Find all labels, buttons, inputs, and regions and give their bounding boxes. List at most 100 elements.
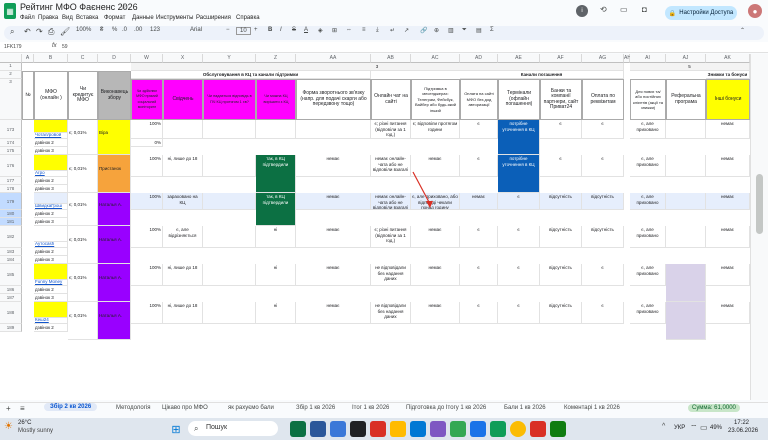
tab-prep-itog[interactable]: Підготовка до Ітогу 1 кв 2026 xyxy=(406,405,486,411)
italic-icon[interactable]: I xyxy=(280,27,282,33)
taskbar-app-icon[interactable] xyxy=(550,421,566,437)
functions-icon[interactable]: Σ xyxy=(490,27,494,33)
font-select[interactable]: Arial xyxy=(190,27,202,33)
taskbar-app-icon[interactable] xyxy=(530,421,546,437)
menu-file[interactable]: Файл xyxy=(20,15,35,21)
language-indicator[interactable]: УКР xyxy=(674,425,685,431)
search-icon: ⌕ xyxy=(194,424,199,433)
taskbar-app-icon[interactable] xyxy=(430,421,446,437)
battery-percent: 49% xyxy=(710,425,723,431)
number-format-icon[interactable]: 123 xyxy=(150,27,160,33)
taskbar-app-icon[interactable] xyxy=(310,421,326,437)
redo-icon[interactable]: ↷ xyxy=(36,27,43,36)
menu-insert[interactable]: Вставка xyxy=(76,15,98,21)
share-button[interactable]: 🔒 Настройки Доступа xyxy=(665,6,737,20)
taskbar-app-icon[interactable] xyxy=(410,421,426,437)
menu-edit[interactable]: Правка xyxy=(38,15,58,21)
paint-format-icon[interactable]: 🖌 xyxy=(60,27,70,36)
name-box[interactable]: 1FK179 xyxy=(4,44,22,50)
decimal-increase-icon[interactable]: .00 xyxy=(134,27,142,33)
tab-methodology[interactable]: Методологія xyxy=(116,405,150,411)
formula-bar xyxy=(0,42,768,53)
tray-chevron-icon[interactable]: ^ xyxy=(662,423,665,430)
menu-view[interactable]: Вид xyxy=(62,15,73,21)
print-icon[interactable]: ⎙ xyxy=(48,27,54,37)
tab-bali-calc[interactable]: як рахуємо бали xyxy=(228,405,274,411)
vertical-scrollbar[interactable] xyxy=(750,54,768,400)
chrome-icon[interactable] xyxy=(510,421,526,437)
tab-itog-1kv[interactable]: Ітог 1 кв 2026 xyxy=(352,405,389,411)
taskbar-app-icon[interactable] xyxy=(450,421,466,437)
wrap-icon[interactable]: ↵ xyxy=(390,27,395,34)
star-icon[interactable]: ☆ xyxy=(120,2,127,11)
decimal-decrease-icon[interactable]: .0 xyxy=(122,27,127,33)
collapse-toolbar-icon[interactable]: ⌃ xyxy=(740,27,745,34)
font-size-increase[interactable]: + xyxy=(254,27,258,33)
clock-time[interactable]: 17:22 xyxy=(734,420,749,426)
merge-icon[interactable]: ⇔ xyxy=(346,27,352,33)
menu-tools[interactable]: Инструменты xyxy=(156,15,193,21)
chart-icon[interactable]: ▥ xyxy=(448,27,454,34)
taskbar-app-icon[interactable] xyxy=(290,421,306,437)
link-icon[interactable]: 🔗 xyxy=(420,27,427,34)
add-sheet-icon[interactable]: + xyxy=(6,404,11,413)
fx-icon: fx xyxy=(52,43,57,49)
battery-icon[interactable]: ▭ xyxy=(700,423,708,432)
history-icon[interactable]: ⟲ xyxy=(600,5,607,14)
rotate-icon[interactable]: ↗ xyxy=(404,27,409,34)
profile-avatar-icon[interactable]: ● xyxy=(748,4,762,18)
menu-help[interactable]: Справка xyxy=(236,15,260,21)
percent-icon[interactable]: % xyxy=(112,27,117,33)
tab-zbir-1kv[interactable]: Збір 1 кв 2026 xyxy=(296,405,335,411)
taskbar-search[interactable]: ⌕ Пошук xyxy=(188,421,278,436)
weather-desc[interactable]: Mostly sunny xyxy=(18,428,53,434)
taskbar-app-icon[interactable] xyxy=(390,421,406,437)
taskbar-app-icon[interactable] xyxy=(370,421,386,437)
toolbar xyxy=(4,26,764,40)
zoom-select[interactable]: 100% xyxy=(76,27,91,33)
lock-icon: 🔒 xyxy=(668,10,677,17)
tab-bali-1kv[interactable]: Бали 1 кв 2026 xyxy=(504,405,546,411)
taskbar-app-icon[interactable] xyxy=(330,421,346,437)
search-menus-icon[interactable]: ⌕ xyxy=(10,27,14,37)
weather-temp[interactable]: 26°C xyxy=(18,420,31,426)
user-avatar-icon[interactable]: i xyxy=(576,5,588,17)
borders-icon[interactable]: ⊞ xyxy=(332,27,337,34)
tab-zbir-2kv[interactable]: Збір 2 кв 2026 xyxy=(44,403,98,411)
menu-extensions[interactable]: Расширения xyxy=(196,15,231,21)
text-color-icon[interactable]: A xyxy=(304,27,308,33)
menu-data[interactable]: Данные xyxy=(132,15,154,21)
font-size-input[interactable]: 10 xyxy=(236,27,251,35)
font-size-decrease[interactable]: − xyxy=(226,27,230,33)
valign-icon[interactable]: ⤓ xyxy=(376,27,379,34)
scroll-thumb[interactable] xyxy=(756,174,763,234)
spreadsheet-grid[interactable]: A B C D W X Y Z AA AB AC AD AE AF AG AH … xyxy=(0,54,750,400)
clock-date[interactable]: 23.06.2026 xyxy=(728,428,758,434)
annotation-arrow xyxy=(412,171,433,208)
all-sheets-icon[interactable]: ≡ xyxy=(20,404,25,413)
sheets-logo-icon[interactable]: ▦ xyxy=(4,3,16,19)
align-icon[interactable]: ≡ xyxy=(362,27,366,33)
add-comment-icon[interactable]: ⊕ xyxy=(434,27,439,34)
search-placeholder: Пошук xyxy=(206,424,228,431)
formula-input[interactable]: 59 xyxy=(62,44,68,50)
windows-start-icon[interactable]: ⊞ xyxy=(168,421,184,437)
filter-icon[interactable]: ⏷ xyxy=(462,27,467,34)
strikethrough-icon[interactable]: S xyxy=(292,27,296,33)
comment-icon[interactable]: ▭ xyxy=(620,5,628,14)
menu-format[interactable]: Формат xyxy=(104,15,125,21)
meet-icon[interactable]: ◘ xyxy=(642,5,647,14)
tab-cikavo[interactable]: Цікаво про МФО xyxy=(162,405,208,411)
fill-color-icon[interactable]: ◈ xyxy=(318,27,323,34)
taskbar-app-icon[interactable] xyxy=(350,421,366,437)
taskbar-app-icon[interactable] xyxy=(470,421,486,437)
undo-icon[interactable]: ↶ xyxy=(24,27,31,36)
bold-icon[interactable]: B xyxy=(268,27,272,33)
tab-comments-1kv[interactable]: Коментарі 1 кв 2026 xyxy=(564,405,620,411)
wifi-icon[interactable]: ⌔ xyxy=(690,423,698,433)
taskbar-app-icon[interactable] xyxy=(490,421,506,437)
filter-views-icon[interactable]: ▤ xyxy=(476,27,482,34)
currency-icon[interactable]: ₴ xyxy=(100,27,103,33)
share-label: Настройки Доступа xyxy=(679,10,734,16)
sum-indicator[interactable]: Сумма: 61,0000 xyxy=(688,404,740,412)
